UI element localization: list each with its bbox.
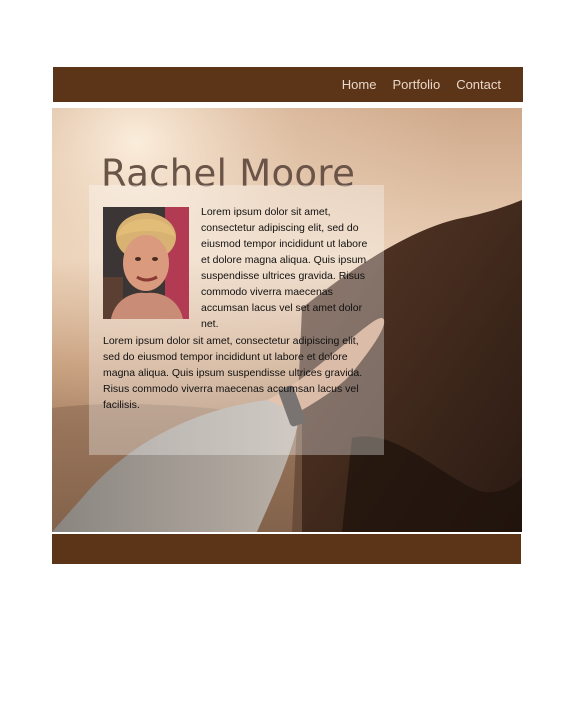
nav-links: Home Portfolio Contact [342, 67, 501, 102]
nav-link-portfolio[interactable]: Portfolio [392, 77, 440, 92]
bio-paragraph-2: Lorem ipsum dolor sit amet, consectetur … [103, 335, 363, 411]
nav-link-home[interactable]: Home [342, 77, 377, 92]
top-navbar: Home Portfolio Contact [53, 67, 523, 102]
nav-link-contact[interactable]: Contact [456, 77, 501, 92]
bio-panel: Lorem ipsum dolor sit amet, consectetur … [89, 185, 384, 455]
hero-section: Rachel Moore Lorem ipsum dolor sit amet,… [52, 108, 522, 532]
footer-bar [52, 534, 521, 564]
bio-paragraph-1: Lorem ipsum dolor sit amet, consectetur … [201, 206, 368, 330]
profile-photo [103, 207, 189, 319]
